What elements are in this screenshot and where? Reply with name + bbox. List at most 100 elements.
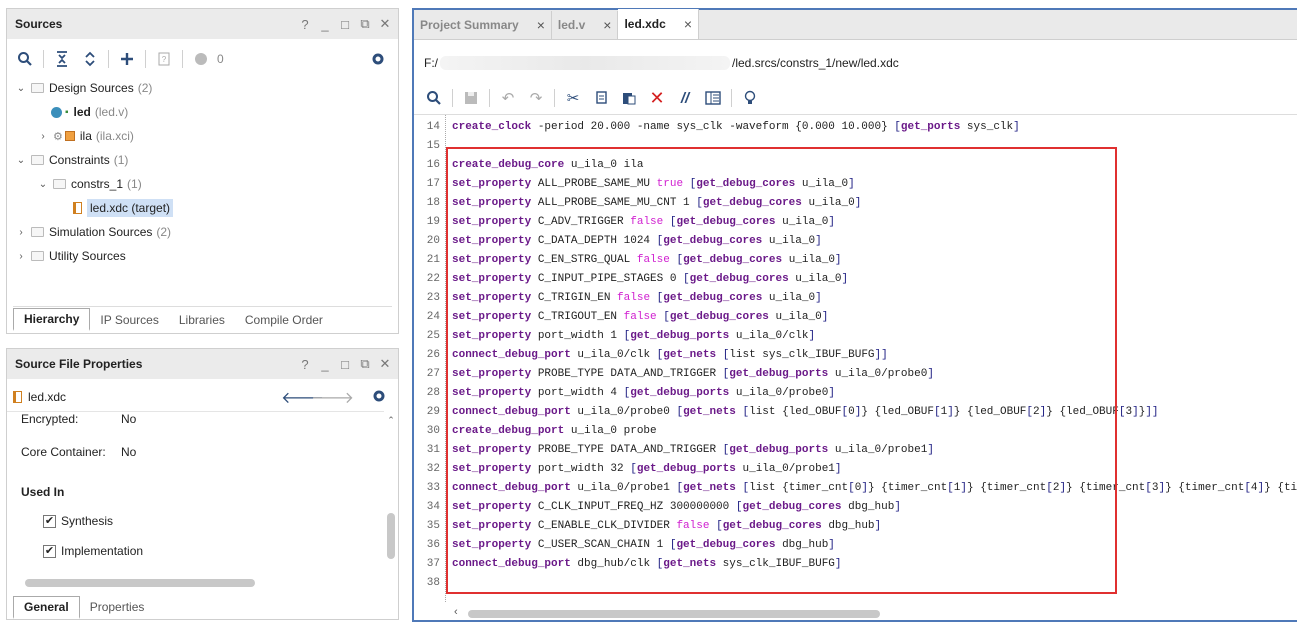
forward-arrow-icon[interactable]: 🡒 xyxy=(311,387,354,408)
close-icon[interactable]: ✕ xyxy=(378,356,392,372)
tab-general[interactable]: General xyxy=(13,595,80,619)
folder-icon xyxy=(53,179,66,189)
maximize-icon[interactable]: □ xyxy=(338,357,352,372)
search-icon[interactable] xyxy=(422,87,446,109)
chevron-right-icon[interactable]: › xyxy=(15,227,27,238)
close-tab-icon[interactable]: × xyxy=(537,17,545,33)
code-token: [ xyxy=(1145,481,1152,494)
close-tab-icon[interactable]: × xyxy=(603,17,611,33)
search-icon[interactable] xyxy=(13,48,37,70)
close-icon[interactable]: ✕ xyxy=(378,16,392,32)
sources-title: Sources xyxy=(15,17,63,31)
copy-icon[interactable] xyxy=(589,87,613,109)
add-icon[interactable] xyxy=(115,48,139,70)
line-number: 14 xyxy=(426,120,440,133)
code-token: } {timer_cnt xyxy=(1165,481,1245,494)
constraint-file-icon xyxy=(73,202,82,214)
tree-constrs1[interactable]: ⌄ constrs_1 (1) xyxy=(37,172,142,196)
synthesis-row[interactable]: ✔ Synthesis xyxy=(43,514,113,528)
line-number: 26 xyxy=(426,348,440,361)
tree-utility-sources[interactable]: › Utility Sources xyxy=(15,244,125,268)
folder-icon xyxy=(31,227,44,237)
line-number: 19 xyxy=(426,215,440,228)
path-prefix: F:/ xyxy=(424,56,438,70)
code-area[interactable]: 14 create_clock -period 20.000 -name sys_… xyxy=(414,114,1297,602)
editor-tab-led-xdc[interactable]: led.xdc × xyxy=(618,9,699,39)
line-number: 28 xyxy=(426,386,440,399)
file-path-bar: F:/ /led.srcs/constrs_1/new/led.xdc xyxy=(424,54,899,72)
line-number: 20 xyxy=(426,234,440,247)
line-number: 30 xyxy=(426,424,440,437)
status-counter: 0 xyxy=(217,52,224,66)
tab-label: led.v xyxy=(557,18,586,32)
expand-all-icon[interactable] xyxy=(78,48,102,70)
chevron-right-icon[interactable]: › xyxy=(37,131,49,142)
hscroll-thumb[interactable] xyxy=(25,579,255,587)
unknown-file-icon[interactable]: ? xyxy=(152,48,176,70)
paste-icon[interactable] xyxy=(617,87,641,109)
path-suffix: /led.srcs/constrs_1/new/led.xdc xyxy=(732,56,899,70)
collapse-all-icon[interactable] xyxy=(50,48,74,70)
tab-compile-order[interactable]: Compile Order xyxy=(235,310,333,330)
implementation-row[interactable]: ✔ Implementation xyxy=(43,544,143,558)
scroll-left-icon[interactable]: ‹ xyxy=(454,606,458,618)
columns-icon[interactable] xyxy=(701,87,725,109)
implementation-checkbox[interactable]: ✔ xyxy=(43,544,56,558)
chevron-right-icon[interactable]: › xyxy=(15,251,27,262)
tab-properties[interactable]: Properties xyxy=(80,597,155,617)
tree-simulation-sources[interactable]: › Simulation Sources (2) xyxy=(15,220,171,244)
tree-ila[interactable]: › ⚙ ila (ila.xci) xyxy=(37,124,134,148)
tree-led[interactable]: ▪ led (led.v) xyxy=(51,100,128,124)
float-icon[interactable]: ⧉ xyxy=(358,16,372,32)
sources-toolbar: ? 0 xyxy=(7,45,398,73)
tab-libraries[interactable]: Libraries xyxy=(169,310,235,330)
gear-icon[interactable] xyxy=(366,48,390,70)
scroll-thumb[interactable] xyxy=(387,513,395,559)
path-redacted xyxy=(440,56,730,70)
maximize-icon[interactable]: □ xyxy=(338,17,352,32)
line-number: 34 xyxy=(426,500,440,513)
synthesis-checkbox[interactable]: ✔ xyxy=(43,514,56,528)
toolbar-separator xyxy=(145,50,146,68)
minimize-icon[interactable]: _ xyxy=(318,17,332,32)
hscroll-thumb[interactable] xyxy=(468,610,880,618)
tree-count: (2) xyxy=(156,225,172,239)
tab-ip-sources[interactable]: IP Sources xyxy=(90,310,168,330)
used-in-header: Used In xyxy=(21,485,65,499)
close-tab-icon[interactable]: × xyxy=(684,16,692,32)
editor-horizontal-scrollbar[interactable]: ‹ xyxy=(454,606,1297,620)
chevron-down-icon[interactable]: ⌄ xyxy=(15,155,27,166)
code-token: get_ports xyxy=(900,120,961,133)
help-icon[interactable]: ? xyxy=(298,17,312,32)
tree-constraints[interactable]: ⌄ Constraints (1) xyxy=(15,148,129,172)
toolbar-separator xyxy=(731,89,732,107)
minimize-icon[interactable]: _ xyxy=(318,357,332,372)
properties-vertical-scrollbar[interactable]: ⌃ xyxy=(386,415,396,575)
delete-icon[interactable]: ✕ xyxy=(645,87,669,109)
source-file-properties-panel: Source File Properties ? _ □ ⧉ ✕ led.xdc… xyxy=(6,348,399,620)
redo-icon[interactable]: ↷ xyxy=(524,87,548,109)
float-icon[interactable]: ⧉ xyxy=(358,356,372,372)
gear-icon[interactable] xyxy=(372,389,386,406)
chevron-down-icon[interactable]: ⌄ xyxy=(15,83,27,94)
tree-count: (2) xyxy=(137,81,153,95)
folder-icon xyxy=(31,251,44,261)
tree-design-sources[interactable]: ⌄ Design Sources (2) xyxy=(15,76,153,100)
tab-hierarchy[interactable]: Hierarchy xyxy=(13,308,91,331)
tree-led-xdc[interactable]: led.xdc (target) xyxy=(73,196,174,220)
help-icon[interactable]: ? xyxy=(298,357,312,372)
editor-tab-project-summary[interactable]: Project Summary × xyxy=(414,11,552,39)
lightbulb-icon[interactable] xyxy=(738,87,762,109)
editor-tab-led-v[interactable]: led.v × xyxy=(552,11,619,39)
line-number: 37 xyxy=(426,557,440,570)
cut-icon[interactable]: ✂ xyxy=(561,87,585,109)
tree-sub: (ila.xci) xyxy=(95,129,134,143)
scroll-up-icon[interactable]: ⌃ xyxy=(386,415,396,426)
code-token: 3 xyxy=(1151,481,1159,494)
line-number: 27 xyxy=(426,367,440,380)
chevron-down-icon[interactable]: ⌄ xyxy=(37,179,49,190)
comment-icon[interactable]: // xyxy=(673,87,697,109)
undo-icon[interactable]: ↶ xyxy=(496,87,520,109)
save-icon[interactable] xyxy=(459,87,483,109)
properties-horizontal-scrollbar[interactable] xyxy=(13,579,384,589)
